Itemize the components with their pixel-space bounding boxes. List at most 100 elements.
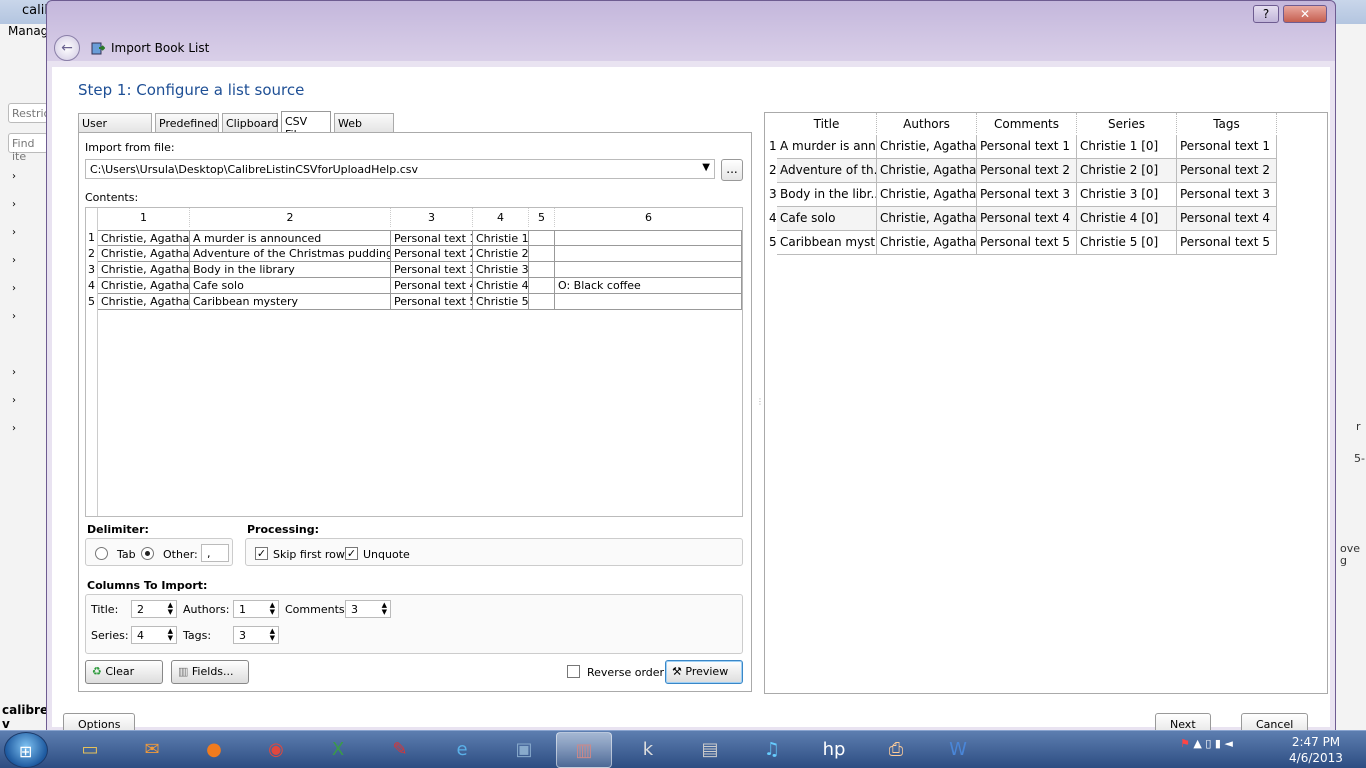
preview-cell[interactable]: Christie, Agatha — [877, 183, 977, 207]
tree-expand-icon[interactable]: › — [12, 227, 16, 238]
file-path-combo[interactable]: C:\Users\Ursula\Desktop\CalibreListinCSV… — [85, 159, 715, 179]
chevron-down-icon[interactable]: ▼ — [702, 162, 710, 173]
grid-cell[interactable] — [529, 246, 555, 262]
preview-cell[interactable]: Personal text 3 — [977, 183, 1077, 207]
preview-cell[interactable]: Caribbean myst... — [777, 231, 877, 255]
skip-first-row-checkbox[interactable]: ✓ — [255, 547, 268, 560]
restrict-combo[interactable]: Restric — [8, 103, 50, 123]
calibre-icon[interactable]: ▥ — [556, 732, 612, 768]
spin-arrows-icon[interactable]: ▲ ▼ — [168, 628, 173, 642]
browse-button[interactable]: ... — [721, 159, 743, 181]
chrome-icon[interactable]: ◉ — [248, 732, 304, 768]
grid-cell[interactable]: Christie 4 — [473, 278, 529, 294]
help-button[interactable]: ? — [1253, 5, 1279, 23]
unquote-checkbox[interactable]: ✓ — [345, 547, 358, 560]
preview-column-header[interactable]: Authors — [877, 113, 977, 133]
app-icon[interactable]: ▣ — [496, 732, 552, 768]
firefox-icon[interactable]: ● — [186, 732, 242, 768]
fields-button[interactable]: ▥ Fields... — [171, 660, 249, 684]
spin-arrows-icon[interactable]: ▲ ▼ — [382, 602, 387, 616]
start-button[interactable]: ⊞ — [4, 732, 48, 768]
preview-cell[interactable]: Personal text 5 — [977, 231, 1077, 255]
word-icon[interactable]: W — [930, 732, 986, 768]
grid-cell[interactable]: Adventure of the Christmas pudding — [190, 246, 391, 262]
authors-column-spinbox[interactable]: 1 ▲ ▼ — [233, 600, 279, 618]
grid-cell[interactable] — [555, 230, 742, 246]
grid-cell[interactable] — [529, 230, 555, 246]
grid-cell[interactable]: Caribbean mystery — [190, 294, 391, 310]
grid-cell[interactable] — [529, 262, 555, 278]
title-column-spinbox[interactable]: 2 ▲ ▼ — [131, 600, 177, 618]
preview-cell[interactable]: Personal text 5 — [1177, 231, 1277, 255]
ebook-icon[interactable]: ▤ — [682, 732, 738, 768]
preview-cell[interactable]: Personal text 2 — [1177, 159, 1277, 183]
other-radio[interactable] — [141, 547, 154, 560]
excel-icon[interactable]: X — [310, 732, 366, 768]
comments-column-spinbox[interactable]: 3 ▲ ▼ — [345, 600, 391, 618]
other-delimiter-input[interactable]: , — [201, 544, 229, 562]
tags-column-spinbox[interactable]: 3 ▲ ▼ — [233, 626, 279, 644]
grid-cell[interactable]: Personal text 1 — [391, 230, 473, 246]
outlook-icon[interactable]: ✉ — [124, 732, 180, 768]
preview-cell[interactable]: Personal text 3 — [1177, 183, 1277, 207]
calibre-menu[interactable]: Manag — [8, 24, 48, 38]
clear-button[interactable]: ♻ Clear — [85, 660, 163, 684]
grid-cell[interactable]: Christie, Agatha — [98, 294, 190, 310]
grid-cell[interactable]: Christie 3 — [473, 262, 529, 278]
preview-column-header[interactable]: Tags — [1177, 113, 1277, 133]
tree-expand-icon[interactable]: › — [12, 311, 16, 322]
tab-radio[interactable] — [95, 547, 108, 560]
preview-cell[interactable]: Christie, Agatha — [877, 207, 977, 231]
reverse-order-checkbox[interactable] — [567, 665, 580, 678]
preview-cell[interactable]: Christie 3 [0] — [1077, 183, 1177, 207]
explorer-icon[interactable]: ▭ — [62, 732, 118, 768]
preview-column-header[interactable]: Series — [1077, 113, 1177, 133]
preview-cell[interactable]: Personal text 4 — [1177, 207, 1277, 231]
itunes-icon[interactable]: ♫ — [744, 732, 800, 768]
grid-cell[interactable] — [555, 246, 742, 262]
preview-cell[interactable]: A murder is ann... — [777, 135, 877, 159]
grid-cell[interactable]: Christie, Agatha — [98, 230, 190, 246]
preview-cell[interactable]: Christie, Agatha — [877, 231, 977, 255]
preview-cell[interactable]: Personal text 1 — [1177, 135, 1277, 159]
grid-cell[interactable]: A murder is announced — [190, 230, 391, 246]
preview-cell[interactable]: Christie 1 [0] — [1077, 135, 1177, 159]
tab-web-page[interactable]: Web Page — [334, 113, 394, 143]
grid-cell[interactable]: Cafe solo — [190, 278, 391, 294]
grid-cell[interactable]: Body in the library — [190, 262, 391, 278]
tree-expand-icon[interactable]: › — [12, 171, 16, 182]
system-tray[interactable]: ⚑ ▲ ▯ ▮ ◄ — [1180, 737, 1233, 750]
ie-icon[interactable]: e — [434, 732, 490, 768]
tab-csv-file[interactable]: CSV File — [281, 111, 331, 141]
kindle-icon[interactable]: k — [620, 732, 676, 768]
preview-cell[interactable]: Personal text 1 — [977, 135, 1077, 159]
preview-column-header[interactable]: Comments — [977, 113, 1077, 133]
preview-column-header[interactable]: Title — [777, 113, 877, 133]
tree-expand-icon[interactable]: › — [12, 395, 16, 406]
preview-cell[interactable]: Christie 4 [0] — [1077, 207, 1177, 231]
flag-alert-icon[interactable]: ⚑ — [1180, 737, 1190, 750]
preview-cell[interactable]: Adventure of th... — [777, 159, 877, 183]
preview-cell[interactable]: Body in the libr... — [777, 183, 877, 207]
grid-cell[interactable]: Christie 5 — [473, 294, 529, 310]
grid-cell[interactable]: Christie, Agatha — [98, 262, 190, 278]
tab-predefined[interactable]: Predefined — [155, 113, 219, 133]
tree-expand-icon[interactable]: › — [12, 423, 16, 434]
close-button[interactable]: ✕ — [1283, 5, 1327, 23]
tree-expand-icon[interactable]: › — [12, 199, 16, 210]
spin-arrows-icon[interactable]: ▲ ▼ — [270, 602, 275, 616]
tab-user-settings[interactable]: User Settings — [78, 113, 152, 143]
grid-cell[interactable]: Personal text 4 — [391, 278, 473, 294]
grid-cell[interactable] — [529, 294, 555, 310]
csv-contents-grid[interactable]: 1 2 3 4 5 6 1 Christie, Agatha A murder is… — [85, 207, 743, 517]
reader-icon[interactable]: ✎ — [372, 732, 428, 768]
preview-cell[interactable]: Christie 5 [0] — [1077, 231, 1177, 255]
grid-cell[interactable]: Personal text 3 — [391, 262, 473, 278]
spin-arrows-icon[interactable]: ▲ ▼ — [168, 602, 173, 616]
hp-icon[interactable]: hp — [806, 732, 862, 768]
grid-cell[interactable] — [555, 262, 742, 278]
spin-arrows-icon[interactable]: ▲ ▼ — [270, 628, 275, 642]
grid-cell[interactable]: O: Black coffee — [555, 278, 742, 294]
scanner-icon[interactable]: ⎙ — [868, 732, 924, 768]
preview-cell[interactable]: Cafe solo — [777, 207, 877, 231]
